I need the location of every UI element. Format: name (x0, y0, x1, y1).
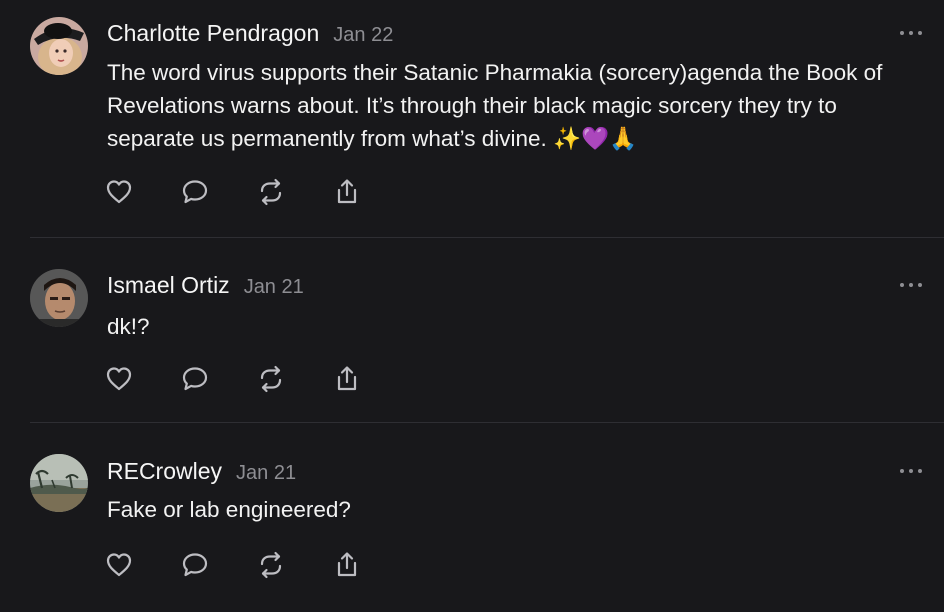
repost-button[interactable] (256, 363, 332, 395)
repost-button[interactable] (256, 176, 332, 208)
heart-icon (106, 367, 132, 391)
repost-icon (260, 178, 282, 206)
avatar[interactable] (30, 269, 88, 327)
post-text: The word virus supports their Satanic Ph… (107, 60, 883, 151)
author-name[interactable]: RECrowley (107, 458, 222, 485)
post-text: dk!? (107, 314, 150, 339)
comment-icon (182, 553, 208, 577)
avatar-man-icon (30, 269, 88, 327)
post-header: Charlotte Pendragon Jan 22 (107, 20, 393, 47)
post-date[interactable]: Jan 21 (244, 276, 304, 299)
post-actions (104, 363, 408, 395)
repost-icon (260, 551, 282, 579)
share-button[interactable] (332, 363, 408, 395)
reply-button[interactable] (180, 549, 256, 581)
more-options-icon[interactable] (900, 28, 922, 38)
post-header: Ismael Ortiz Jan 21 (107, 272, 304, 299)
post-date[interactable]: Jan 21 (236, 462, 296, 485)
share-icon (337, 366, 357, 391)
post: Ismael Ortiz Jan 21 dk!? (0, 238, 944, 423)
reply-button[interactable] (180, 363, 256, 395)
avatar-woman-hat-icon (30, 17, 88, 75)
repost-icon (260, 365, 282, 393)
share-button[interactable] (332, 176, 408, 208)
comment-icon (182, 367, 208, 391)
post-actions (104, 176, 408, 208)
post-text: Fake or lab engineered? (107, 497, 351, 522)
more-options-icon[interactable] (900, 466, 922, 476)
share-icon (337, 552, 357, 577)
post: RECrowley Jan 21 Fake or lab engineered? (0, 423, 944, 612)
post-date[interactable]: Jan 22 (333, 24, 393, 47)
author-name[interactable]: Charlotte Pendragon (107, 20, 319, 47)
heart-icon (106, 180, 132, 204)
like-button[interactable] (104, 363, 180, 395)
like-button[interactable] (104, 176, 180, 208)
heart-icon (106, 553, 132, 577)
more-options-icon[interactable] (900, 280, 922, 290)
author-name[interactable]: Ismael Ortiz (107, 272, 230, 299)
avatar[interactable] (30, 454, 88, 512)
comment-icon (182, 180, 208, 204)
post-header: RECrowley Jan 21 (107, 458, 296, 485)
share-icon (337, 179, 357, 204)
post: Charlotte Pendragon Jan 22 The word viru… (0, 0, 944, 238)
reply-button[interactable] (180, 176, 256, 208)
avatar[interactable] (30, 17, 88, 75)
share-button[interactable] (332, 549, 408, 581)
repost-button[interactable] (256, 549, 332, 581)
reply-feed: Charlotte Pendragon Jan 22 The word viru… (0, 0, 944, 612)
post-actions (104, 549, 408, 581)
like-button[interactable] (104, 549, 180, 581)
avatar-landscape-icon (30, 454, 88, 512)
